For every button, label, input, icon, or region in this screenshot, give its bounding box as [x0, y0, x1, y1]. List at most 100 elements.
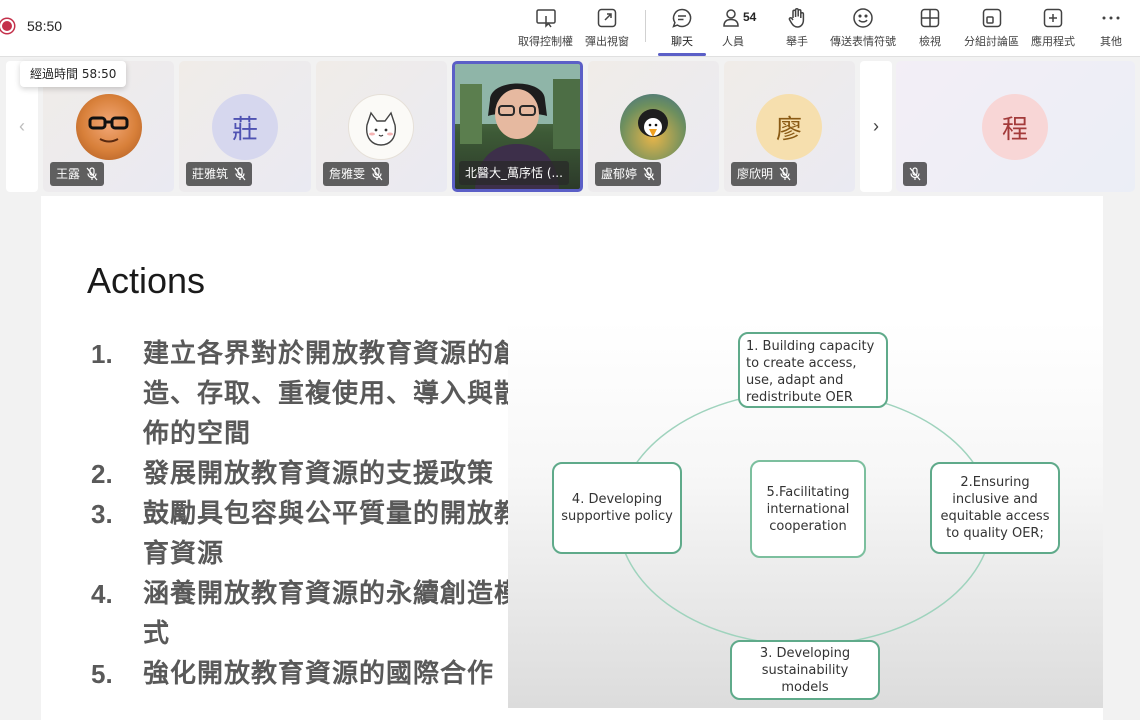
- participant-name-tag: 詹雅雯: [323, 162, 390, 186]
- apps-button[interactable]: 應用程式: [1031, 6, 1075, 52]
- take-control-label: 取得控制權: [518, 35, 573, 48]
- breakout-rooms-icon: [982, 8, 1001, 28]
- diagram-box-ensuring-access: 2.Ensuring inclusive and equitable acces…: [930, 462, 1060, 554]
- participant-name: 莊雅筑: [192, 167, 229, 181]
- participant-name-tag: 王露: [50, 162, 105, 186]
- people-button[interactable]: 54 人員: [721, 6, 756, 52]
- mic-off-icon: [779, 167, 791, 181]
- people-icon: [723, 9, 739, 27]
- cartoon-duck-icon: [638, 109, 668, 137]
- more-button[interactable]: 其他: [1099, 6, 1123, 52]
- action-item: 5. 強化開放教育資源的國際合作: [91, 654, 531, 694]
- action-text: 涵養開放教育資源的永續創造模式: [143, 579, 522, 649]
- chevron-left-icon: ‹: [19, 116, 25, 136]
- action-number: 5.: [91, 659, 113, 689]
- participant-name: 北醫大_萬序恬 (...: [465, 166, 563, 180]
- participant-name: 詹雅雯: [329, 167, 366, 181]
- action-item: 1. 建立各界對於開放教育資源的創造、存取、重複使用、導入與散佈的空間: [91, 334, 531, 454]
- reactions-button[interactable]: 傳送表情符號: [830, 6, 896, 52]
- meeting-toolbar: 58:50 取得控制權 彈出視窗 聊天 54 人員 舉手 傳送表情符號 檢視 分…: [0, 0, 1140, 57]
- participant-name-tag: 盧郁婷: [595, 162, 662, 186]
- more-label: 其他: [1100, 35, 1122, 48]
- avatar: [76, 94, 142, 160]
- action-text: 建立各界對於開放教育資源的創造、存取、重複使用、導入與散佈的空間: [143, 339, 522, 449]
- action-item: 3. 鼓勵具包容與公平質量的開放教育資源: [91, 494, 531, 574]
- action-text: 鼓勵具包容與公平質量的開放教育資源: [143, 499, 522, 569]
- participant-tile[interactable]: 盧郁婷: [588, 61, 719, 192]
- participant-tile-active-speaker[interactable]: 北醫大_萬序恬 (...: [452, 61, 583, 192]
- participant-name: 盧郁婷: [601, 167, 638, 181]
- participant-name: 王露: [56, 167, 81, 181]
- participant-tile[interactable]: 莊 莊雅筑: [179, 61, 311, 192]
- popout-label: 彈出視窗: [585, 35, 629, 48]
- raise-hand-button[interactable]: 舉手: [785, 6, 809, 52]
- chat-label: 聊天: [671, 35, 693, 48]
- popout-icon: [597, 8, 617, 28]
- grid-view-icon: [920, 8, 940, 28]
- view-label: 檢視: [919, 35, 941, 48]
- mic-off-icon: [643, 167, 655, 181]
- meeting-timer[interactable]: 58:50: [27, 18, 62, 34]
- shared-slide: Actions 1. 建立各界對於開放教育資源的創造、存取、重複使用、導入與散佈…: [41, 196, 1103, 720]
- apps-label: 應用程式: [1031, 35, 1075, 48]
- participant-name-tag: 莊雅筑: [186, 162, 253, 186]
- toolbar-divider: [645, 10, 646, 42]
- profile-photo-icon: [88, 116, 129, 143]
- diagram-box-international-cooperation: 5.Facilitating international cooperation: [750, 460, 866, 558]
- participant-name-tag: [903, 162, 927, 186]
- chat-icon: [672, 8, 692, 28]
- action-number: 4.: [91, 579, 113, 609]
- strip-next-button[interactable]: ›: [860, 61, 892, 192]
- people-label: 人員: [722, 35, 744, 48]
- mic-off-icon: [371, 167, 383, 181]
- avatar: 莊: [212, 94, 278, 160]
- participant-name-tag: 廖欣明: [731, 162, 798, 186]
- diagram-box-supportive-policy: 4. Developing supportive policy: [552, 462, 682, 554]
- diagram-box-sustainability: 3. Developing sustainability models: [730, 640, 880, 700]
- mic-off-icon: [86, 167, 98, 181]
- breakout-rooms-button[interactable]: 分組討論區: [964, 6, 1019, 52]
- avatar-initial: 程: [1001, 114, 1028, 145]
- avatar: [348, 94, 414, 160]
- view-button[interactable]: 檢視: [918, 6, 942, 52]
- avatar: 程: [982, 94, 1048, 160]
- cartoon-cat-icon: [366, 111, 396, 146]
- participant-name: 廖欣明: [737, 167, 774, 181]
- participant-name-tag: 北醫大_萬序恬 (...: [459, 161, 569, 185]
- chevron-right-icon: ›: [873, 116, 879, 136]
- participant-tile[interactable]: 詹雅雯: [316, 61, 447, 192]
- diagram-box-building-capacity: 1. Building capacity to create access, u…: [738, 332, 888, 408]
- elapsed-time-tooltip: 經過時間 58:50: [20, 61, 127, 87]
- avatar-initial: 莊: [231, 114, 258, 145]
- action-text: 強化開放教育資源的國際合作: [143, 659, 495, 689]
- more-options-icon: [1102, 16, 1120, 20]
- recording-icon: [0, 19, 14, 33]
- people-count: 54: [743, 10, 757, 24]
- take-control-icon: [535, 9, 556, 28]
- mic-off-icon: [234, 167, 246, 181]
- action-item: 4. 涵養開放教育資源的永續創造模式: [91, 574, 531, 654]
- breakout-rooms-label: 分組討論區: [964, 35, 1019, 48]
- avatar: [620, 94, 686, 160]
- mic-off-icon: [909, 167, 921, 181]
- smiley-icon: [853, 8, 873, 28]
- raise-hand-label: 舉手: [786, 35, 808, 48]
- chat-button[interactable]: 聊天: [658, 6, 706, 56]
- action-list: 1. 建立各界對於開放教育資源的創造、存取、重複使用、導入與散佈的空間 2. 發…: [91, 334, 531, 694]
- raise-hand-icon: [788, 8, 805, 28]
- reactions-label: 傳送表情符號: [830, 35, 896, 48]
- action-number: 2.: [91, 459, 113, 489]
- participant-tile[interactable]: 廖 廖欣明: [724, 61, 855, 192]
- avatar: 廖: [756, 94, 822, 160]
- slide-title: Actions: [87, 260, 206, 301]
- add-app-icon: [1043, 8, 1063, 28]
- take-control-button[interactable]: 取得控制權: [518, 6, 573, 52]
- action-text: 發展開放教育資源的支援政策: [143, 459, 495, 489]
- participant-tile[interactable]: 程: [896, 61, 1135, 192]
- active-tab-indicator: [658, 53, 706, 56]
- avatar-initial: 廖: [775, 114, 802, 145]
- popout-button[interactable]: 彈出視窗: [585, 6, 629, 52]
- action-item: 2. 發展開放教育資源的支援政策: [91, 454, 531, 494]
- action-number: 1.: [91, 339, 113, 369]
- oer-cycle-diagram: 1. Building capacity to create access, u…: [508, 320, 1103, 708]
